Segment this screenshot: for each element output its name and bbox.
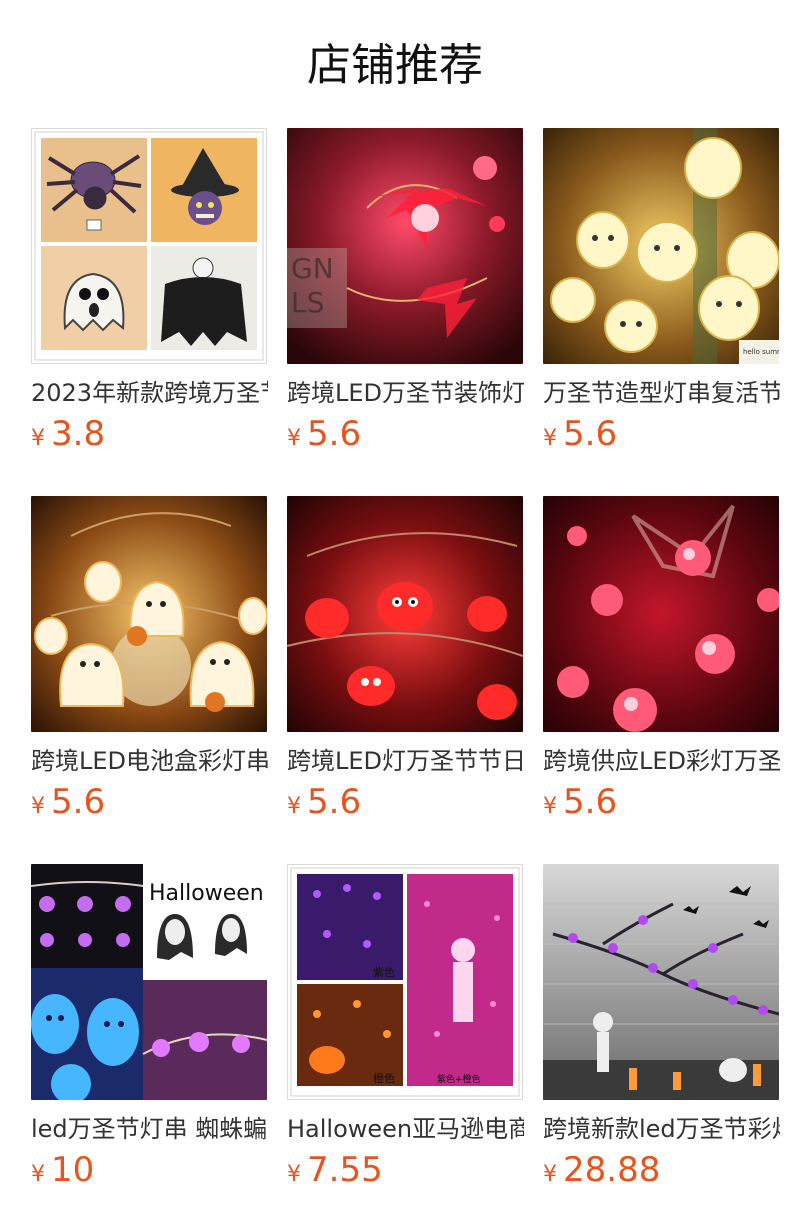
product-price: ¥5.6 — [543, 782, 617, 826]
product-image[interactable] — [543, 496, 779, 732]
product-image[interactable] — [31, 496, 267, 732]
product-card[interactable]: 跨境新款led万圣节彩灯 ¥28.88 — [543, 864, 780, 1194]
color-purple-label: 紫色 — [373, 965, 395, 979]
price-value: 5.6 — [307, 414, 362, 454]
page-title: 店铺推荐 — [307, 40, 483, 91]
product-card[interactable]: 跨境供应LED彩灯万圣节 ¥5.6 — [543, 496, 780, 826]
product-name[interactable]: Halloween亚马逊电商爆款 — [287, 1112, 524, 1146]
price-value: 28.88 — [563, 1150, 661, 1190]
product-price: ¥5.6 — [543, 414, 617, 458]
product-image[interactable]: GN LS — [287, 128, 523, 364]
currency-symbol: ¥ — [31, 794, 45, 819]
product-price: ¥5.6 — [287, 782, 361, 826]
product-name[interactable]: 跨境新款led万圣节彩灯 — [543, 1112, 780, 1146]
product-name[interactable]: 跨境供应LED彩灯万圣节 — [543, 744, 780, 778]
price-value: 5.6 — [563, 782, 618, 822]
product-name[interactable]: led万圣节灯串 蜘蛛蝙蝠 — [31, 1112, 268, 1146]
product-price: ¥5.6 — [287, 414, 361, 458]
product-image[interactable]: 紫色 橙色 紫色+橙色 — [287, 864, 523, 1100]
product-image[interactable]: Halloween — [31, 864, 267, 1100]
product-price: ¥3.8 — [31, 414, 105, 458]
product-price: ¥7.55 — [287, 1150, 383, 1194]
product-card[interactable]: Halloween led万圣节灯串 蜘蛛蝙蝠 ¥ 10 — [31, 864, 268, 1194]
product-price: ¥28.88 — [543, 1150, 660, 1194]
currency-symbol: ¥ — [31, 1162, 45, 1187]
product-name[interactable]: 万圣节造型灯串复活节装饰 — [543, 376, 780, 410]
currency-symbol: ¥ — [31, 426, 45, 451]
svg-text:GN: GN — [291, 252, 334, 285]
currency-symbol: ¥ — [287, 1162, 301, 1187]
price-value: 5.6 — [307, 782, 362, 822]
price-value: 5.6 — [51, 782, 106, 822]
product-price: ¥10 — [31, 1150, 94, 1194]
product-card[interactable]: 紫色 橙色 紫色+橙色 Halloween亚马逊电商爆款 ¥7.55 — [287, 864, 524, 1194]
halloween-label: Halloween — [149, 881, 264, 906]
currency-symbol: ¥ — [287, 794, 301, 819]
currency-symbol: ¥ — [543, 1162, 557, 1187]
product-image[interactable] — [287, 496, 523, 732]
currency-symbol: ¥ — [287, 426, 301, 451]
price-value: 10 — [51, 1150, 95, 1190]
sign-text: hello summer — [743, 348, 779, 356]
product-card[interactable]: GN LS 跨境LED万圣节装饰灯串 ¥5.6 — [287, 128, 524, 458]
color-orange-label: 橙色 — [373, 1071, 395, 1085]
product-image[interactable] — [31, 128, 267, 364]
product-name[interactable]: 2023年新款跨境万圣节装饰 — [31, 376, 268, 410]
product-card[interactable]: hello summer 万圣节造型灯串复活节装饰 ¥5.6 — [543, 128, 780, 458]
price-value: 5.6 — [563, 414, 618, 454]
product-price: ¥5.6 — [31, 782, 105, 826]
product-name[interactable]: 跨境LED电池盒彩灯串 — [31, 744, 268, 778]
product-image[interactable]: hello summer — [543, 128, 779, 364]
price-value: 3.8 — [51, 414, 106, 454]
product-name[interactable]: 跨境LED灯万圣节节日装饰 — [287, 744, 524, 778]
currency-symbol: ¥ — [543, 794, 557, 819]
product-image[interactable] — [543, 864, 779, 1100]
product-card[interactable]: 跨境LED灯万圣节节日装饰 ¥5.6 — [287, 496, 524, 826]
color-mix-label: 紫色+橙色 — [437, 1073, 481, 1085]
currency-symbol: ¥ — [543, 426, 557, 451]
product-card[interactable]: 2023年新款跨境万圣节装饰 ¥3.8 — [31, 128, 268, 458]
product-name[interactable]: 跨境LED万圣节装饰灯串 — [287, 376, 524, 410]
svg-text:LS: LS — [291, 286, 324, 319]
price-value: 7.55 — [307, 1150, 383, 1190]
product-card[interactable]: 跨境LED电池盒彩灯串 ¥5.6 — [31, 496, 268, 826]
